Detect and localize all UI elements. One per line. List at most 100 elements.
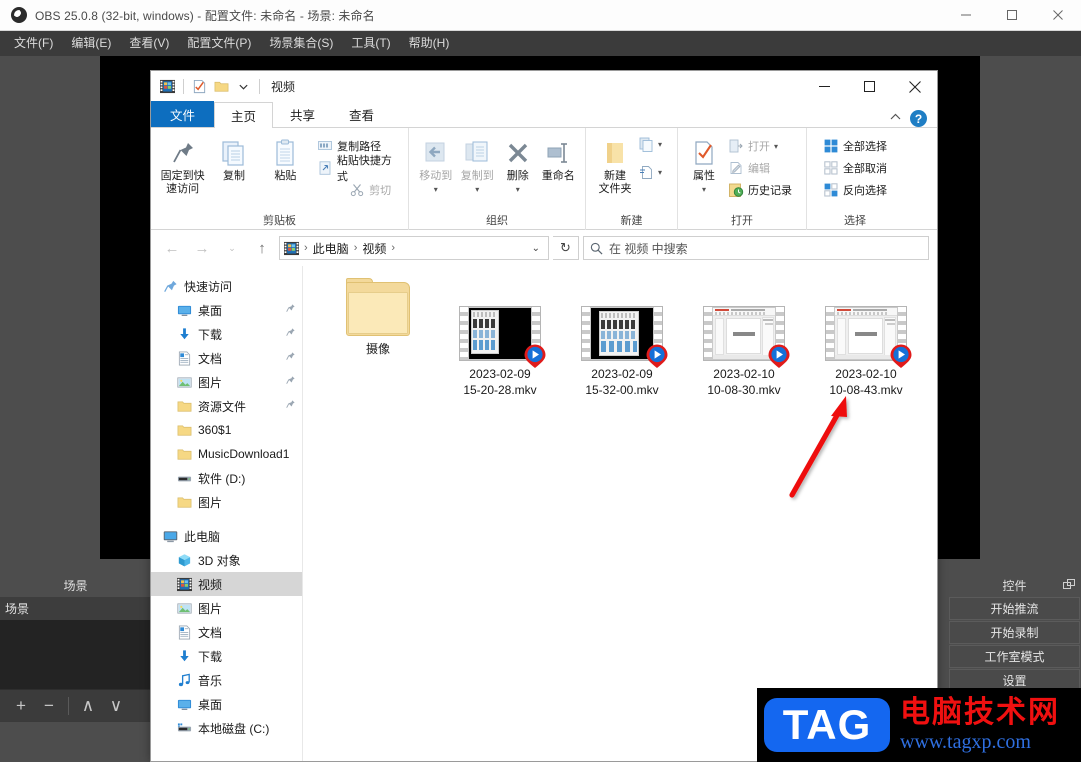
sidebar-item-resource-files[interactable]: 资源文件 bbox=[151, 394, 302, 418]
pin-icon[interactable] bbox=[285, 399, 296, 413]
pin-icon[interactable] bbox=[285, 327, 296, 341]
file-list-view[interactable]: 摄像 2023-02-09 15-20-28.mkv 2023-02-09 15… bbox=[303, 266, 937, 761]
sidebar-item-desktop-qa[interactable]: 桌面 bbox=[151, 298, 302, 322]
cut-button[interactable]: 剪切 bbox=[349, 180, 402, 200]
sidebar-item-desktop[interactable]: 桌面 bbox=[151, 692, 302, 716]
sidebar-item-pictures-folder[interactable]: 图片 bbox=[151, 490, 302, 514]
sidebar-item-local-disk-c[interactable]: 本地磁盘 (C:) bbox=[151, 716, 302, 740]
sidebar-item-drive-d[interactable]: 软件 (D:) bbox=[151, 466, 302, 490]
recent-locations-button[interactable]: ⌄ bbox=[219, 235, 245, 261]
refresh-button[interactable]: ↻ bbox=[553, 236, 579, 260]
delete-button[interactable]: 删除 ▾ bbox=[498, 132, 538, 213]
obs-menu-help[interactable]: 帮助(H) bbox=[400, 31, 459, 56]
obs-scene-list[interactable]: 场景 bbox=[0, 597, 151, 689]
qat-dropdown-icon[interactable] bbox=[235, 78, 252, 95]
copy-to-button[interactable]: 复制到 ▾ bbox=[456, 132, 497, 213]
copy-button[interactable]: 复制 bbox=[208, 132, 259, 213]
studio-mode-button[interactable]: 工作室模式 bbox=[949, 645, 1080, 668]
breadcrumb-this-pc[interactable]: 此电脑 bbox=[313, 240, 349, 257]
sidebar-item-this-pc[interactable]: 此电脑 bbox=[151, 524, 302, 548]
properties-icon[interactable] bbox=[191, 78, 208, 95]
explorer-minimize-button[interactable] bbox=[802, 71, 847, 102]
folder-icon bbox=[175, 494, 193, 510]
new-folder-icon[interactable] bbox=[213, 78, 230, 95]
tab-share[interactable]: 共享 bbox=[273, 101, 332, 127]
move-scene-down-button[interactable]: ∨ bbox=[103, 693, 129, 719]
sidebar-item-documents[interactable]: 文档 bbox=[151, 620, 302, 644]
remove-scene-button[interactable]: − bbox=[36, 693, 62, 719]
open-caret-icon[interactable]: ▾ bbox=[774, 142, 778, 151]
sidebar-item-downloads[interactable]: 下载 bbox=[151, 644, 302, 668]
obs-close-button[interactable] bbox=[1035, 0, 1081, 31]
easy-access-caret-icon[interactable]: ▾ bbox=[658, 168, 662, 177]
pin-icon[interactable] bbox=[285, 351, 296, 365]
file-item-folder[interactable]: 摄像 bbox=[317, 278, 439, 357]
easy-access-button[interactable]: ▾ bbox=[638, 162, 662, 182]
address-dropdown-icon[interactable]: ⌄ bbox=[532, 243, 544, 254]
explorer-close-button[interactable] bbox=[892, 71, 937, 102]
sidebar-item-musicdownload1[interactable]: MusicDownload1 bbox=[151, 442, 302, 466]
pin-icon[interactable] bbox=[285, 375, 296, 389]
move-to-button[interactable]: 移动到 ▾ bbox=[415, 132, 456, 213]
tab-view[interactable]: 查看 bbox=[332, 101, 391, 127]
select-none-button[interactable]: 全部取消 bbox=[823, 158, 887, 178]
delete-caret-icon[interactable]: ▾ bbox=[516, 183, 520, 196]
invert-selection-button[interactable]: 反向选择 bbox=[823, 180, 887, 200]
properties-button[interactable]: 属性 ▾ bbox=[684, 132, 724, 213]
back-button[interactable]: ← bbox=[159, 235, 185, 261]
new-item-button[interactable]: ▾ bbox=[638, 134, 662, 154]
collapse-ribbon-icon[interactable] bbox=[890, 113, 901, 124]
sidebar-item-3d-objects[interactable]: 3D 对象 bbox=[151, 548, 302, 572]
edit-button[interactable]: 编辑 bbox=[728, 158, 792, 178]
sidebar-item-quick-access[interactable]: 快速访问 bbox=[151, 274, 302, 298]
obs-menu-edit[interactable]: 编辑(E) bbox=[62, 31, 120, 56]
obs-menu-scene-collection[interactable]: 场景集合(S) bbox=[260, 31, 342, 56]
obs-scene-item[interactable]: 场景 bbox=[0, 597, 151, 620]
rename-button[interactable]: 重命名 bbox=[538, 132, 579, 213]
tab-file[interactable]: 文件 bbox=[151, 101, 215, 127]
start-streaming-button[interactable]: 开始推流 bbox=[949, 597, 1080, 620]
help-icon[interactable]: ? bbox=[910, 110, 927, 127]
open-button[interactable]: 打开 ▾ bbox=[728, 136, 792, 156]
sidebar-item-360[interactable]: 360$1 bbox=[151, 418, 302, 442]
sidebar-item-videos[interactable]: 视频 bbox=[151, 572, 302, 596]
sidebar-item-documents-qa[interactable]: 文档 bbox=[151, 346, 302, 370]
obs-menu-tools[interactable]: 工具(T) bbox=[342, 31, 399, 56]
breadcrumb-videos[interactable]: 视频 bbox=[362, 240, 386, 257]
add-scene-button[interactable]: + bbox=[8, 693, 34, 719]
sidebar-item-music[interactable]: 音乐 bbox=[151, 668, 302, 692]
search-box[interactable]: 在 视频 中搜索 bbox=[583, 236, 929, 260]
move-to-caret-icon[interactable]: ▾ bbox=[434, 183, 438, 196]
paste-button[interactable]: 粘贴 bbox=[260, 132, 311, 213]
move-scene-up-button[interactable]: ∧ bbox=[75, 693, 101, 719]
sidebar-item-downloads-qa[interactable]: 下载 bbox=[151, 322, 302, 346]
properties-caret-icon[interactable]: ▾ bbox=[702, 183, 706, 196]
file-item-video-3[interactable]: 2023-02-10 10-08-30.mkv bbox=[683, 278, 805, 398]
history-button[interactable]: 历史记录 bbox=[728, 180, 792, 200]
up-button[interactable]: ↑ bbox=[249, 235, 275, 261]
obs-minimize-button[interactable] bbox=[943, 0, 989, 31]
sidebar-item-pictures[interactable]: 图片 bbox=[151, 596, 302, 620]
copy-to-caret-icon[interactable]: ▾ bbox=[475, 183, 479, 196]
file-item-video-1[interactable]: 2023-02-09 15-20-28.mkv bbox=[439, 278, 561, 398]
explorer-maximize-button[interactable] bbox=[847, 71, 892, 102]
select-all-button[interactable]: 全部选择 bbox=[823, 136, 887, 156]
forward-button[interactable]: → bbox=[189, 235, 215, 261]
dock-float-icon[interactable] bbox=[1063, 579, 1075, 594]
new-folder-button[interactable]: 新建 文件夹 bbox=[592, 132, 638, 213]
paste-shortcut-button[interactable]: 粘贴快捷方式 bbox=[317, 155, 402, 183]
address-breadcrumb-box[interactable]: › 此电脑 › 视频 › ⌄ bbox=[279, 236, 549, 260]
obs-menu-file[interactable]: 文件(F) bbox=[5, 31, 62, 56]
file-item-video-2[interactable]: 2023-02-09 15-32-00.mkv bbox=[561, 278, 683, 398]
new-item-caret-icon[interactable]: ▾ bbox=[658, 140, 662, 149]
file-item-video-4[interactable]: 2023-02-10 10-08-43.mkv bbox=[805, 278, 927, 398]
obs-menu-view[interactable]: 查看(V) bbox=[120, 31, 178, 56]
start-recording-button[interactable]: 开始录制 bbox=[949, 621, 1080, 644]
obs-maximize-button[interactable] bbox=[989, 0, 1035, 31]
obs-menu-profile[interactable]: 配置文件(P) bbox=[178, 31, 260, 56]
delete-label: 删除 bbox=[506, 170, 529, 182]
sidebar-item-pictures-qa[interactable]: 图片 bbox=[151, 370, 302, 394]
pin-icon[interactable] bbox=[285, 303, 296, 317]
tab-home[interactable]: 主页 bbox=[214, 102, 274, 128]
pin-to-quick-access-button[interactable]: 固定到快 速访问 bbox=[157, 132, 208, 213]
